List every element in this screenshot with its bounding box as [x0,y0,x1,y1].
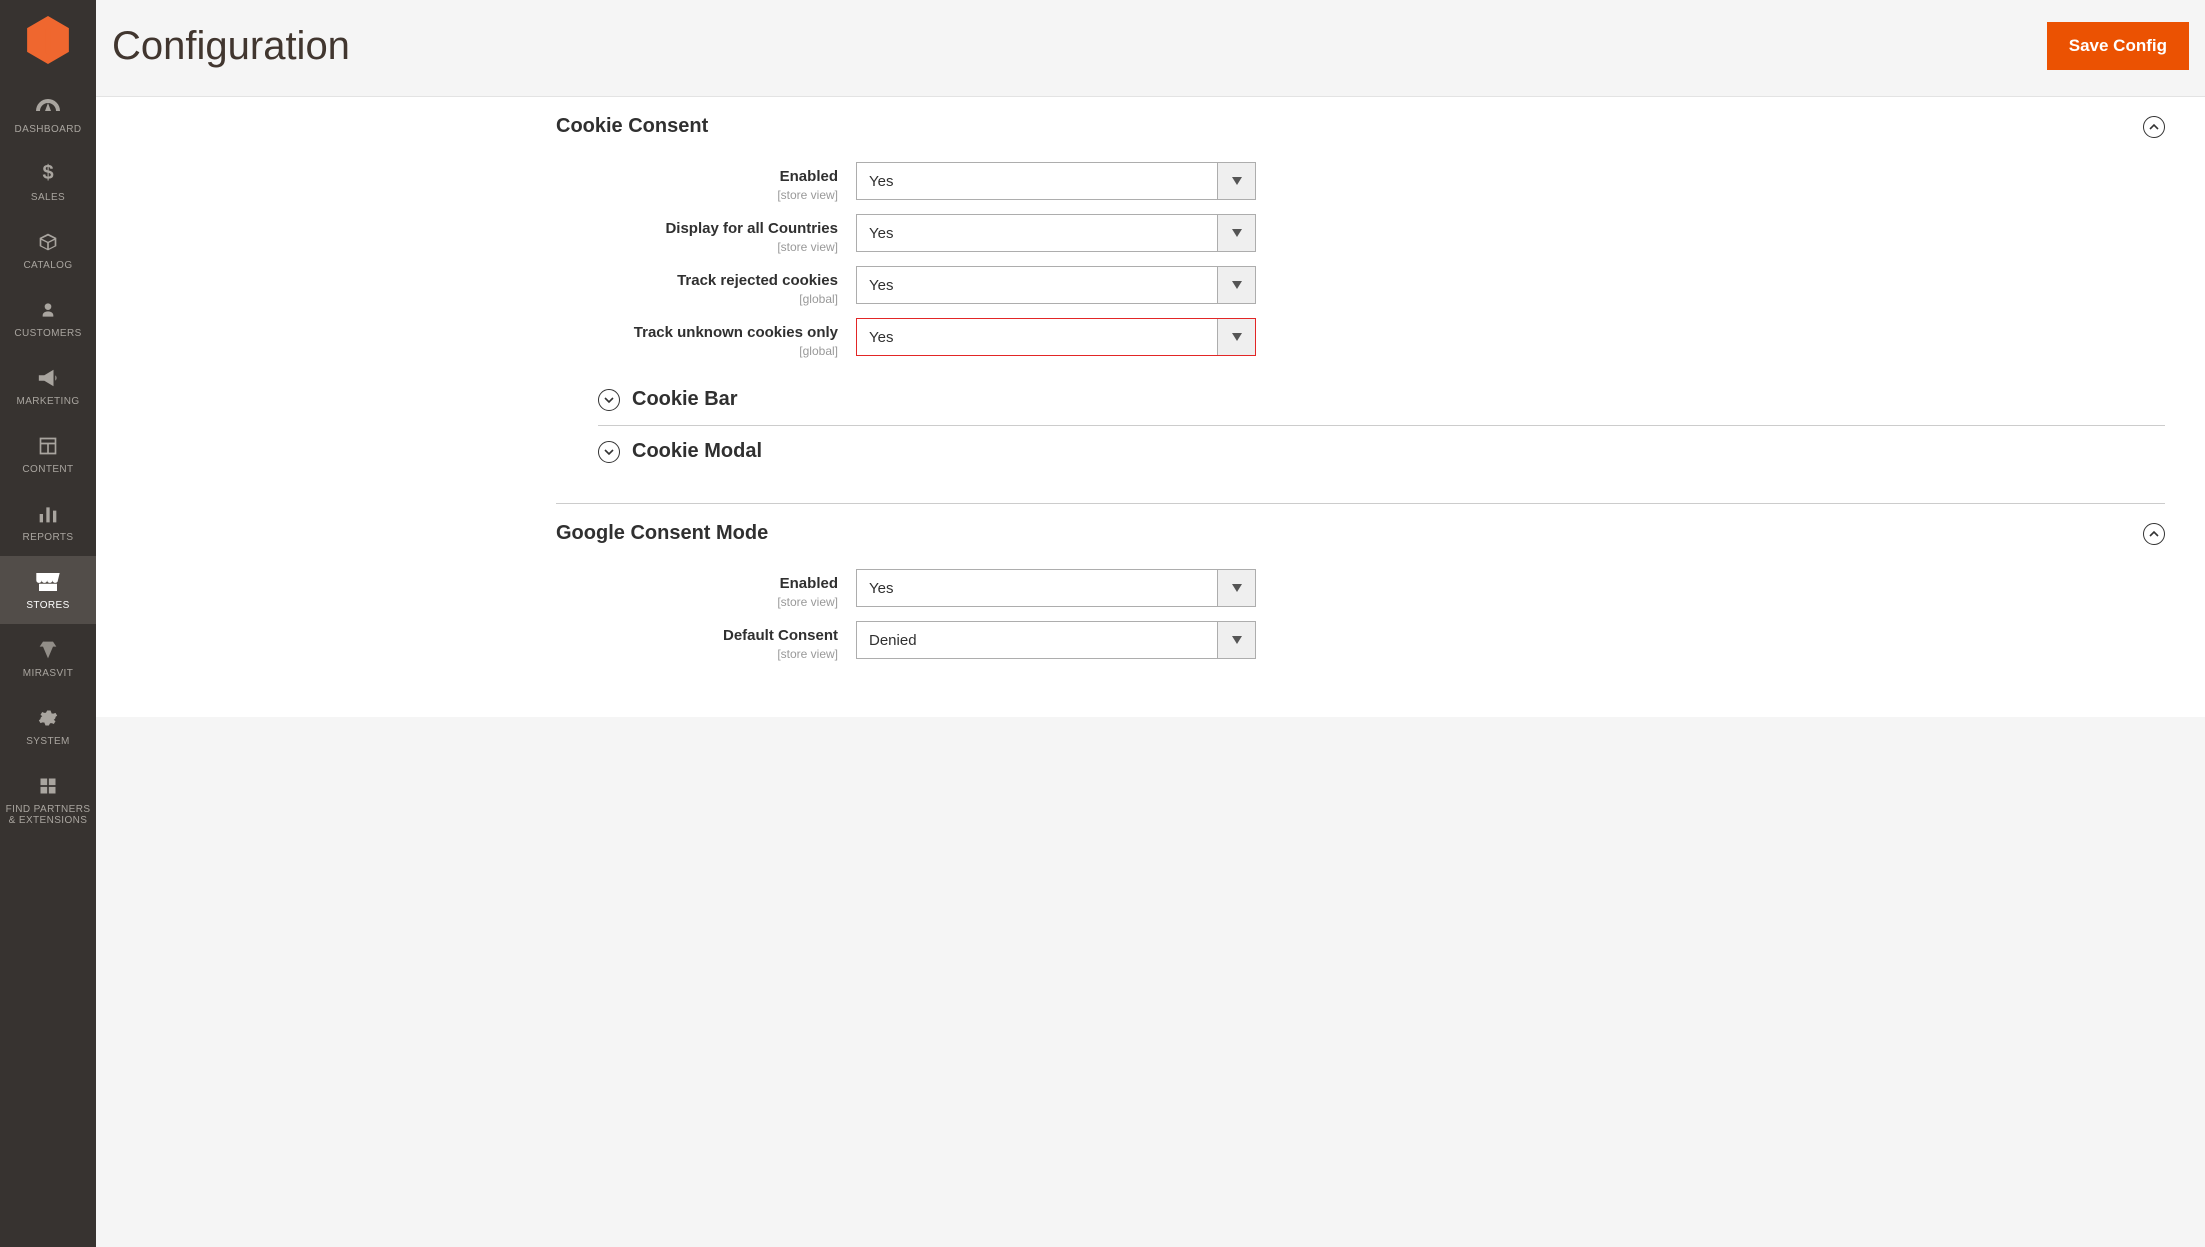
nav-reports[interactable]: REPORTS [0,488,96,556]
field-scope: [store view] [96,647,838,661]
bars-icon [38,502,58,526]
select-value: Denied [857,622,1217,658]
page-title: Configuration [112,24,350,69]
magento-logo-icon [27,16,69,64]
gear-icon [38,706,58,730]
main-area: Configuration Save Config Cookie Consent… [96,0,2205,1247]
subsection-title: Cookie Bar [632,388,738,411]
nav-label: REPORTS [23,532,74,543]
nav-mirasvit[interactable]: MIRASVIT [0,624,96,692]
select-value: Yes [857,215,1217,251]
field-label: Display for all Countries [665,220,838,237]
admin-sidebar: DASHBOARD $ SALES CATALOG CUSTOMERS MARK… [0,0,96,1247]
field-scope: [store view] [96,240,838,254]
nav-customers[interactable]: CUSTOMERS [0,284,96,352]
nav-content[interactable]: CONTENT [0,420,96,488]
section-title: Cookie Consent [556,115,708,138]
save-config-button[interactable]: Save Config [2047,22,2189,70]
chevron-down-icon [1217,622,1255,658]
section-header-cookie-consent[interactable]: Cookie Consent [556,97,2205,156]
field-default-consent: Default Consent [store view] Denied [96,615,2205,667]
nav-label: FIND PARTNERS & EXTENSIONS [4,804,92,826]
nav-system[interactable]: SYSTEM [0,692,96,760]
nav-label: MIRASVIT [23,668,73,679]
chevron-down-icon [1217,163,1255,199]
field-scope: [store view] [96,595,838,609]
dollar-icon: $ [42,162,53,186]
chevron-down-icon [1217,215,1255,251]
field-gcm-enabled: Enabled [store view] Yes [96,563,2205,615]
nav-label: STORES [26,600,69,611]
field-enabled: Enabled [store view] Yes [96,156,2205,208]
nav-label: CUSTOMERS [14,328,81,339]
field-label: Enabled [780,575,838,592]
field-label: Default Consent [723,627,838,644]
nav-catalog[interactable]: CATALOG [0,216,96,284]
nav-label: DASHBOARD [15,124,82,135]
nav-find-partners[interactable]: FIND PARTNERS & EXTENSIONS [0,760,96,840]
storefront-icon [36,570,60,594]
section-title: Google Consent Mode [556,522,768,545]
field-track-rejected: Track rejected cookies [global] Yes [96,260,2205,312]
chevron-up-icon [2143,523,2165,545]
nav-marketing[interactable]: MARKETING [0,352,96,420]
field-label: Enabled [780,168,838,185]
chevron-down-icon [1217,570,1255,606]
chevron-down-icon [598,441,620,463]
layout-icon [38,434,58,458]
select-value: Yes [857,570,1217,606]
diamond-icon [38,638,58,662]
field-scope: [store view] [96,188,838,202]
section-header-google-consent[interactable]: Google Consent Mode [556,504,2205,563]
cookie-consent-fields: Enabled [store view] Yes Display for all… [96,156,2205,364]
nav-label: SYSTEM [26,736,70,747]
nav-dashboard[interactable]: DASHBOARD [0,80,96,148]
nav-label: MARKETING [16,396,79,407]
select-default-consent[interactable]: Denied [856,621,1256,659]
select-track-unknown[interactable]: Yes [856,318,1256,356]
google-consent-fields: Enabled [store view] Yes Default Consent… [96,563,2205,667]
magento-logo[interactable] [0,0,96,80]
select-track-rejected[interactable]: Yes [856,266,1256,304]
field-display-all-countries: Display for all Countries [store view] Y… [96,208,2205,260]
subsection-cookie-bar[interactable]: Cookie Bar [598,374,2165,425]
chevron-down-icon [1217,267,1255,303]
config-content: Cookie Consent Enabled [store view] Yes [96,96,2205,717]
field-scope: [global] [96,292,838,306]
select-gcm-enabled[interactable]: Yes [856,569,1256,607]
gauge-icon [36,94,60,118]
select-value: Yes [857,267,1217,303]
field-label: Track rejected cookies [677,272,838,289]
nav-stores[interactable]: STORES [0,556,96,624]
cube-icon [38,230,58,254]
nav-sales[interactable]: $ SALES [0,148,96,216]
field-label: Track unknown cookies only [634,324,838,341]
subsection-cookie-modal[interactable]: Cookie Modal [598,426,2165,477]
field-track-unknown: Track unknown cookies only [global] Yes [96,312,2205,364]
select-value: Yes [857,319,1217,355]
subsection-title: Cookie Modal [632,440,762,463]
chevron-down-icon [598,389,620,411]
page-header: Configuration Save Config [96,0,2205,96]
chevron-up-icon [2143,116,2165,138]
person-icon [40,298,56,322]
blocks-icon [38,774,58,798]
megaphone-icon [37,366,59,390]
nav-label: CONTENT [22,464,73,475]
select-display-all-countries[interactable]: Yes [856,214,1256,252]
nav-label: SALES [31,192,65,203]
chevron-down-icon [1217,319,1255,355]
select-enabled[interactable]: Yes [856,162,1256,200]
nav-label: CATALOG [23,260,72,271]
field-scope: [global] [96,344,838,358]
select-value: Yes [857,163,1217,199]
